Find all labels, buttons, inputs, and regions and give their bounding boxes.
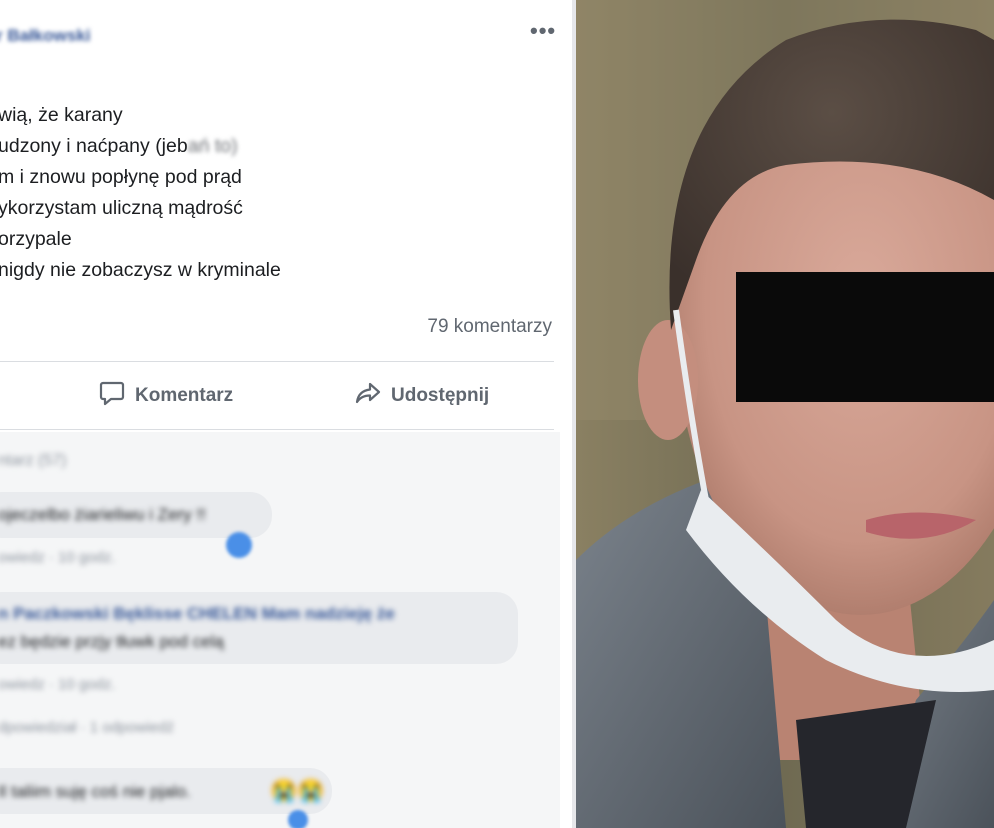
comment-label: Komentarz xyxy=(135,385,234,406)
comment-meta[interactable]: owiedz · 10 godz. xyxy=(0,676,116,693)
divider xyxy=(0,429,554,430)
share-icon xyxy=(354,379,382,413)
comments-section: ntarz (57) ojeczelbo żiarieliwu i Zery !… xyxy=(0,432,560,828)
facebook-post-screenshot: r Bałkowski ••• wią, że karany udzony i … xyxy=(0,0,576,828)
post-line: nigdy nie zobaczysz w kryminale xyxy=(0,259,281,281)
censor-bar xyxy=(736,272,994,402)
reaction-icon xyxy=(288,810,308,828)
comment-bubble xyxy=(0,592,518,664)
photo-illustration xyxy=(576,0,994,828)
comments-count-link[interactable]: 79 komentarzy xyxy=(427,316,552,338)
post-line: wią, że karany xyxy=(0,104,123,126)
post-text: wią, że karany udzony i naćpany (jebań t… xyxy=(0,100,281,286)
share-label: Udostępnij xyxy=(391,385,490,406)
post-line-text: udzony i naćpany (jeb xyxy=(0,135,188,157)
post-author-name[interactable]: r Bałkowski xyxy=(0,26,91,46)
comment-text: Il taliim suję coś nie pjalo. xyxy=(0,782,191,801)
emoji: 😭😭 xyxy=(270,778,325,803)
more-options-icon[interactable]: ••• xyxy=(530,18,556,44)
post-line: ykorzystam uliczną mądrość xyxy=(0,197,243,219)
view-more-comments-link[interactable]: ntarz (57) xyxy=(0,452,66,470)
comment-text: ojeczelbo żiarieliwu i Zery !! xyxy=(0,505,206,524)
share-button[interactable]: Udostępnij xyxy=(354,378,489,414)
comment-button[interactable]: Komentarz xyxy=(98,378,233,414)
comment-icon xyxy=(98,379,126,413)
post-line: udzony i naćpany (jebań to) xyxy=(0,131,281,162)
post-line: orzypale xyxy=(0,228,72,250)
reaction-icon xyxy=(226,532,252,558)
replies-link[interactable]: dpowiedział · 1 odpowiedź xyxy=(0,719,174,736)
comment-text: n Paczkowski Bęklisse CHELEN Mam nadziej… xyxy=(0,604,395,623)
comment-text: ez będzie przjy tłuwk pod celą xyxy=(0,632,224,651)
comment-meta[interactable]: owiedz · 10 godz. xyxy=(0,549,116,566)
post-line: m i znowu popłynę pod prąd xyxy=(0,166,242,188)
divider xyxy=(0,361,554,362)
portrait-photo xyxy=(576,0,994,828)
censored-word: ań to) xyxy=(187,135,238,157)
